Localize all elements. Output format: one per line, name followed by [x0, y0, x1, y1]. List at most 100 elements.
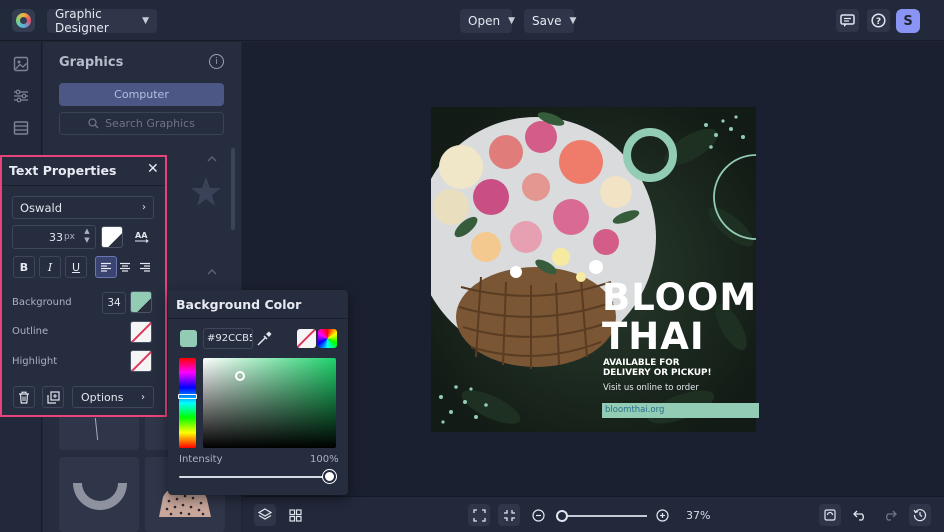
redo-button[interactable] [879, 504, 901, 526]
zoom-slider-thumb[interactable] [556, 510, 568, 522]
hue-slider-handle[interactable] [178, 394, 197, 399]
redo-icon [886, 510, 897, 521]
star-graphic[interactable] [189, 175, 223, 209]
zoom-in-button[interactable] [651, 504, 673, 526]
align-center-button[interactable] [114, 256, 136, 278]
intensity-slider-track[interactable] [179, 476, 329, 478]
close-icon[interactable]: ✕ [147, 161, 159, 177]
background-color-swatch[interactable] [130, 291, 152, 313]
poster-url[interactable]: bloomthai.org [605, 405, 664, 415]
duplicate-button[interactable] [42, 386, 64, 408]
font-selector[interactable]: Oswald › [12, 196, 154, 219]
undo-icon [853, 510, 864, 521]
zoom-out-button[interactable] [527, 504, 549, 526]
shrink-button[interactable] [498, 504, 520, 526]
current-color-swatch [180, 330, 197, 347]
arc-graphic [73, 483, 127, 510]
poster-subheading[interactable]: AVAILABLE FOR DELIVERY OR PICKUP! [603, 358, 712, 378]
chevron-down-icon: ▼ [569, 16, 577, 26]
background-color-popover: Background Color #92CCB5 Intensity 100% [168, 290, 348, 495]
chevron-down-icon: ▼ [142, 16, 149, 26]
hue-slider[interactable] [179, 358, 196, 448]
layers-button[interactable] [254, 504, 276, 526]
logo-ring-icon [16, 13, 31, 28]
background-opacity-input[interactable]: 34 [102, 292, 126, 314]
search-placeholder: Search Graphics [105, 117, 195, 130]
trash-icon [19, 391, 29, 404]
underline-button[interactable]: U [65, 256, 87, 278]
eyedropper-icon[interactable] [256, 330, 273, 347]
highlight-color-swatch[interactable] [130, 350, 152, 372]
user-avatar[interactable]: S [896, 9, 920, 33]
background-color-title: Background Color [176, 297, 302, 312]
project-type-label: Graphic Designer [55, 7, 109, 35]
chevron-down-icon: ▼ [508, 16, 515, 26]
hex-input[interactable]: #92CCB5 [203, 328, 253, 349]
project-type-dropdown[interactable]: Graphic Designer ▼ [47, 7, 157, 35]
background-label: Background [12, 297, 72, 308]
search-icon [88, 118, 99, 129]
options-label: Options [81, 390, 124, 404]
no-color-swatch[interactable] [297, 329, 316, 348]
fit-screen-button[interactable] [468, 504, 490, 526]
text-color-swatch[interactable] [101, 226, 123, 248]
zoom-in-icon [655, 508, 669, 522]
graphic-tile-line[interactable] [59, 414, 139, 450]
font-size-value: 33 [48, 230, 63, 244]
reset-button[interactable] [819, 504, 841, 526]
info-icon[interactable]: i [209, 54, 224, 69]
font-size-unit: px [63, 232, 75, 242]
open-dropdown[interactable]: Open ▼ [460, 9, 515, 33]
comments-button[interactable] [836, 9, 859, 32]
panel-scrollbar[interactable] [231, 148, 235, 230]
stepper-up-icon[interactable]: ▲ [81, 227, 93, 236]
top-bar: Graphic Designer ▼ Open ▼ Save ▼ ? S [0, 0, 944, 41]
headline-line-1: BLOOM [602, 276, 756, 319]
search-graphics-input[interactable]: Search Graphics [59, 112, 224, 135]
chevron-up-icon[interactable] [207, 268, 217, 275]
grid-button[interactable] [284, 504, 306, 526]
adjustments-icon[interactable] [13, 88, 29, 104]
zoom-percentage: 37% [686, 509, 711, 522]
history-button[interactable] [909, 504, 931, 526]
intensity-slider-thumb[interactable] [323, 470, 336, 483]
layout-icon[interactable] [13, 120, 29, 136]
align-center-icon [120, 262, 130, 272]
save-label: Save [532, 14, 562, 28]
font-name: Oswald [20, 200, 62, 215]
computer-button[interactable]: Computer [59, 83, 224, 106]
highlight-label: Highlight [12, 356, 58, 367]
design-canvas[interactable]: BLOOM THAI AVAILABLE FOR DELIVERY OR PIC… [431, 107, 756, 432]
font-size-stepper[interactable]: ▲ ▼ [81, 227, 93, 245]
app-logo[interactable] [12, 9, 35, 32]
poster-tagline[interactable]: Visit us online to order [603, 383, 699, 393]
bold-button[interactable]: B [13, 256, 35, 278]
saturation-value-handle[interactable] [235, 371, 245, 381]
delete-button[interactable] [13, 386, 35, 408]
outline-color-swatch[interactable] [130, 321, 152, 343]
saturation-value-picker[interactable] [203, 358, 336, 448]
align-right-button[interactable] [134, 256, 156, 278]
image-icon[interactable] [13, 56, 29, 72]
graphic-tile-arc[interactable] [59, 457, 139, 532]
headline-line-2: THAI [602, 315, 705, 358]
chevron-right-icon: › [141, 391, 145, 403]
color-wheel-icon[interactable] [318, 329, 337, 348]
zoom-slider-track[interactable] [559, 515, 647, 517]
options-button[interactable]: Options › [72, 386, 154, 408]
intensity-value: 100% [310, 454, 339, 465]
text-properties-panel: Text Properties ✕ Oswald › 33 px ▲ ▼ AA B … [0, 155, 167, 417]
undo-button[interactable] [849, 504, 871, 526]
comment-icon [840, 13, 855, 27]
stepper-down-icon[interactable]: ▼ [81, 236, 93, 245]
save-dropdown[interactable]: Save ▼ [524, 9, 577, 33]
help-button[interactable]: ? [867, 9, 890, 32]
text-case-icon[interactable]: AA [131, 226, 153, 248]
chevron-right-icon: › [142, 202, 146, 213]
compress-icon [503, 509, 515, 521]
poster-headline[interactable]: BLOOM THAI [602, 278, 756, 356]
outline-label: Outline [12, 326, 49, 337]
italic-button[interactable]: I [39, 256, 61, 278]
subheading-line-1: AVAILABLE FOR [603, 358, 680, 368]
chevron-up-icon[interactable] [207, 155, 217, 162]
